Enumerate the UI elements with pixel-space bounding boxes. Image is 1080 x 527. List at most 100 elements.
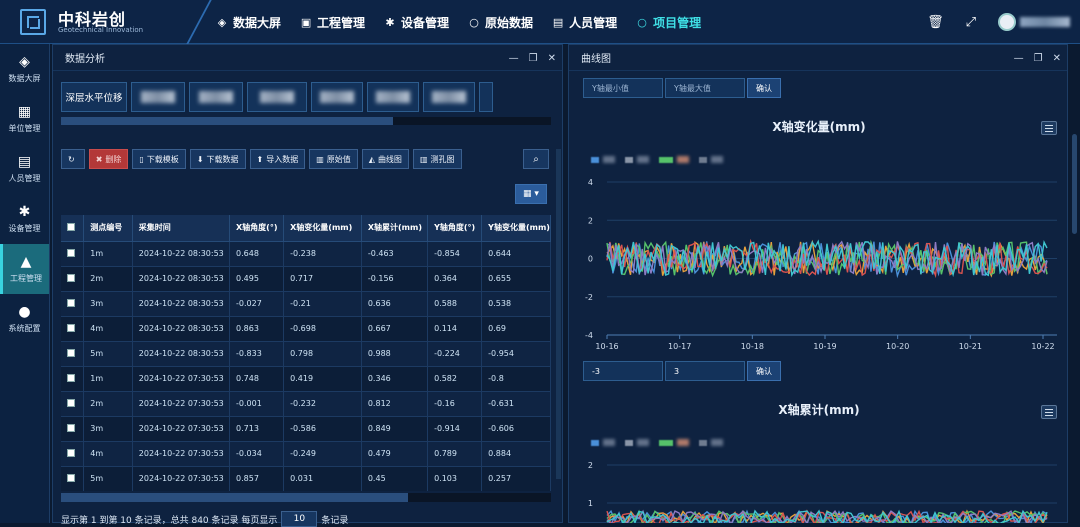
line-chart-x-cumulative[interactable]: 21: [569, 453, 1067, 523]
legend-label-blurred[interactable]: [711, 156, 723, 163]
y-min-input[interactable]: Y轴最小值: [583, 78, 663, 98]
legend-label-blurred[interactable]: [637, 439, 649, 446]
nav-raw-data[interactable]: ○ 原始数据: [458, 0, 542, 44]
legend-swatch[interactable]: [699, 156, 707, 163]
row-checkbox-cell[interactable]: [61, 366, 85, 392]
column-header[interactable]: 测点编号: [83, 215, 133, 242]
chart-menu-icon[interactable]: [1041, 405, 1057, 419]
search-button[interactable]: ⌕: [523, 149, 549, 169]
line-chart-x-change[interactable]: 4 2 0 -2 -410-16 10-17 10-18 10-19 10-20 10-21 10-…: [569, 170, 1067, 350]
checkbox[interactable]: [67, 222, 75, 231]
legend-swatch[interactable]: [591, 439, 599, 446]
sidebar-item-unit-management[interactable]: ▦ 单位管理: [0, 94, 49, 144]
delete-button[interactable]: ✖ 删除: [88, 149, 129, 169]
legend-label-blurred[interactable]: [711, 439, 723, 446]
row-checkbox-cell[interactable]: [61, 266, 85, 292]
trash-icon[interactable]: 🗑: [927, 15, 944, 30]
table-row[interactable]: 5m 2024-10-22 08:30:53 -0.833 0.798 0.988 -0.…: [61, 341, 551, 367]
y-max-input[interactable]: Y轴最大值: [665, 78, 745, 98]
y-min-input[interactable]: -3: [583, 361, 663, 381]
legend-label-blurred[interactable]: [603, 156, 615, 163]
checkbox[interactable]: [67, 473, 75, 482]
nav-data-screen[interactable]: ◈ 数据大屏: [206, 0, 290, 44]
refresh-button[interactable]: ↻: [61, 149, 85, 169]
table-row[interactable]: 1m 2024-10-22 08:30:53 0.648 -0.238 -0.463 -0…: [61, 241, 551, 267]
column-header[interactable]: X轴累计(mm): [361, 215, 429, 242]
sidebar-item-project[interactable]: ▲ 工程管理: [0, 244, 49, 294]
confirm-button[interactable]: 确认: [747, 361, 781, 381]
row-checkbox-cell[interactable]: [61, 441, 85, 467]
nav-device-management[interactable]: ✱ 设备管理: [374, 0, 458, 44]
scroll-thumb[interactable]: [61, 493, 408, 502]
checkbox[interactable]: [67, 298, 75, 307]
checkbox[interactable]: [67, 423, 75, 432]
scroll-thumb[interactable]: [61, 117, 393, 125]
table-row[interactable]: 2m 2024-10-22 08:30:53 0.495 0.717 -0.156 0.3…: [61, 266, 551, 292]
confirm-button[interactable]: 确认: [747, 78, 781, 98]
legend-swatch[interactable]: [591, 156, 599, 163]
checkbox[interactable]: [67, 448, 75, 457]
close-icon[interactable]: ✕: [548, 53, 556, 64]
minimize-icon[interactable]: —: [1014, 53, 1024, 64]
sidebar-item-system-config[interactable]: ● 系统配置: [0, 294, 49, 344]
maximize-icon[interactable]: ❐: [529, 53, 538, 64]
legend-swatch[interactable]: [659, 156, 673, 163]
legend-swatch[interactable]: [625, 156, 633, 163]
column-header[interactable]: X轴角度(°): [229, 215, 285, 242]
table-row[interactable]: 4m 2024-10-22 08:30:53 0.863 -0.698 0.667 0.1…: [61, 316, 551, 342]
row-checkbox-cell[interactable]: [61, 391, 85, 417]
maximize-icon[interactable]: ❐: [1034, 53, 1043, 64]
table-row[interactable]: 1m 2024-10-22 07:30:53 0.748 0.419 0.346 0.58…: [61, 366, 551, 392]
download-data-button[interactable]: ⬇ 下载数据: [189, 149, 246, 169]
checkbox[interactable]: [67, 373, 75, 382]
scroll-thumb[interactable]: [1072, 134, 1077, 234]
tab-deep-horizontal-displacement[interactable]: 深层水平位移: [61, 82, 127, 112]
row-checkbox-cell[interactable]: [61, 466, 85, 491]
row-checkbox-cell[interactable]: [61, 241, 85, 267]
y-max-input[interactable]: 3: [665, 361, 745, 381]
checkbox[interactable]: [67, 398, 75, 407]
table-row[interactable]: 4m 2024-10-22 07:30:53 -0.034 -0.249 0.479 0.…: [61, 441, 551, 467]
table-row[interactable]: 5m 2024-10-22 07:30:53 0.857 0.031 0.45 0.103…: [61, 466, 551, 491]
table-row[interactable]: 3m 2024-10-22 07:30:53 0.713 -0.586 0.849 -0.…: [61, 416, 551, 442]
raw-values-button[interactable]: ▥ 原始值: [309, 149, 358, 169]
borehole-chart-button[interactable]: ▥ 测孔图: [412, 149, 462, 169]
legend-label-blurred[interactable]: [603, 439, 615, 446]
columns-toggle-button[interactable]: ▦ ▾: [515, 184, 547, 204]
legend-label-blurred[interactable]: [677, 156, 689, 163]
tab-blurred[interactable]: [479, 82, 493, 112]
chart-menu-icon[interactable]: [1041, 121, 1057, 135]
legend-label-blurred[interactable]: [637, 156, 649, 163]
fullscreen-icon[interactable]: ⤢: [966, 15, 976, 30]
legend-label-blurred[interactable]: [677, 439, 689, 446]
row-checkbox-cell[interactable]: [61, 316, 85, 342]
table-row[interactable]: 2m 2024-10-22 07:30:53 -0.001 -0.232 0.812 -0…: [61, 391, 551, 417]
column-header[interactable]: Y轴变化量(mm): [481, 215, 551, 242]
row-checkbox-cell[interactable]: [61, 416, 85, 442]
page-scrollbar[interactable]: [1070, 44, 1080, 523]
legend-swatch[interactable]: [625, 439, 633, 446]
legend-swatch[interactable]: [659, 439, 673, 446]
tab-blurred[interactable]: [311, 82, 363, 112]
tab-blurred[interactable]: [131, 82, 185, 112]
column-header[interactable]: 采集时间: [132, 215, 231, 242]
checkbox[interactable]: [67, 248, 75, 257]
tab-blurred[interactable]: [367, 82, 419, 112]
checkbox[interactable]: [67, 273, 75, 282]
table-vertical-scrollbar[interactable]: [556, 149, 561, 479]
curve-chart-button[interactable]: ◭ 曲线图: [361, 149, 409, 169]
tab-blurred[interactable]: [423, 82, 475, 112]
select-all-checkbox[interactable]: [61, 215, 85, 242]
tab-blurred[interactable]: [247, 82, 307, 112]
row-checkbox-cell[interactable]: [61, 341, 85, 367]
download-template-button[interactable]: ▯ 下载模板: [132, 149, 186, 169]
column-header[interactable]: X轴变化量(mm): [283, 215, 362, 242]
sidebar-item-data-screen[interactable]: ◈ 数据大屏: [0, 44, 49, 94]
row-checkbox-cell[interactable]: [61, 291, 85, 317]
tab-scrollbar[interactable]: [61, 117, 551, 125]
avatar[interactable]: [998, 13, 1016, 31]
table-horizontal-scrollbar[interactable]: [61, 493, 551, 502]
page-size-select[interactable]: 10: [281, 511, 318, 527]
nav-item-management[interactable]: ○ 项目管理: [626, 0, 710, 44]
tab-blurred[interactable]: [189, 82, 243, 112]
